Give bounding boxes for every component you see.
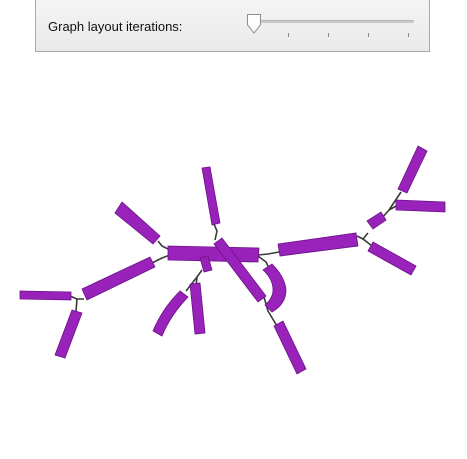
graph-edge bbox=[257, 255, 270, 269]
graph-edge bbox=[362, 238, 373, 247]
graph-edge bbox=[213, 223, 218, 241]
graph-node bbox=[167, 245, 260, 263]
slider-tick bbox=[368, 33, 369, 37]
graph-node bbox=[397, 145, 428, 194]
slider-track[interactable] bbox=[248, 20, 414, 23]
graph-node bbox=[395, 199, 446, 213]
graph-nodes bbox=[19, 145, 446, 375]
graph-node bbox=[81, 256, 156, 301]
graph-node bbox=[273, 320, 307, 375]
graph-canvas bbox=[19, 145, 446, 375]
graph-node bbox=[114, 201, 161, 245]
slider-tick bbox=[288, 33, 289, 37]
graph-node bbox=[277, 232, 359, 257]
iterations-slider-label: Graph layout iterations: bbox=[48, 19, 183, 34]
graph-edge bbox=[75, 298, 78, 312]
slider-tick bbox=[328, 33, 329, 37]
graph-node bbox=[19, 290, 72, 301]
slider-tick bbox=[408, 33, 409, 37]
graph-edge bbox=[356, 232, 369, 240]
graph-edge bbox=[257, 251, 280, 256]
graph-node bbox=[366, 211, 387, 230]
graph-node bbox=[152, 290, 189, 337]
graph-edge bbox=[151, 254, 171, 264]
graph-node bbox=[367, 241, 417, 276]
graph-node bbox=[201, 166, 221, 226]
layout-control-panel: Graph layout iterations: bbox=[35, 0, 430, 52]
graph-edge bbox=[69, 295, 84, 300]
graph-node bbox=[54, 309, 83, 359]
graph-node bbox=[262, 263, 287, 313]
graph-node bbox=[189, 282, 206, 335]
